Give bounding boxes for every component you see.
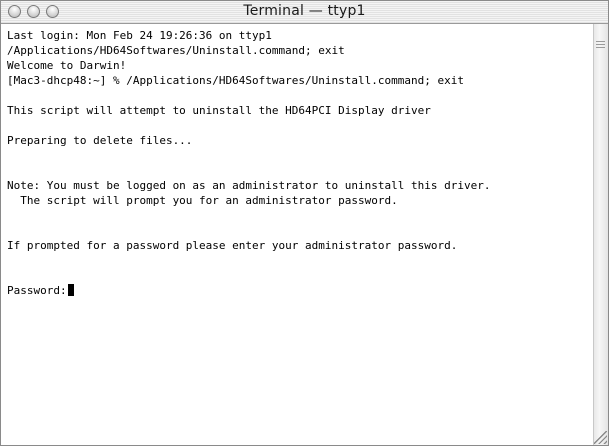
vertical-scrollbar[interactable] (593, 24, 608, 445)
terminal-line: /Applications/HD64Softwares/Uninstall.co… (7, 44, 345, 57)
terminal-line: Welcome to Darwin! (7, 59, 127, 72)
terminal-line: Preparing to delete files... (7, 134, 193, 147)
title-bar[interactable]: Terminal — ttyp1 (1, 1, 608, 24)
window-title: Terminal — ttyp1 (243, 3, 366, 19)
scroll-grip-icon[interactable] (596, 41, 605, 50)
terminal-output[interactable]: Last login: Mon Feb 24 19:26:36 on ttyp1… (1, 24, 593, 445)
terminal-line: This script will attempt to uninstall th… (7, 104, 431, 117)
terminal-line: If prompted for a password please enter … (7, 239, 458, 252)
password-prompt: Password: (7, 284, 67, 297)
text-cursor (67, 284, 74, 296)
password-prompt-line[interactable]: Password: (7, 283, 593, 298)
terminal-line: Note: You must be logged on as an admini… (7, 179, 491, 192)
terminal-window: Terminal — ttyp1 Last login: Mon Feb 24 … (0, 0, 609, 446)
terminal-line: Last login: Mon Feb 24 19:26:36 on ttyp1 (7, 29, 272, 42)
terminal-line: The script will prompt you for an admini… (7, 194, 398, 207)
terminal-line: [Mac3-dhcp48:~] % /Applications/HD64Soft… (7, 74, 464, 87)
resize-grip-icon[interactable] (594, 431, 607, 444)
